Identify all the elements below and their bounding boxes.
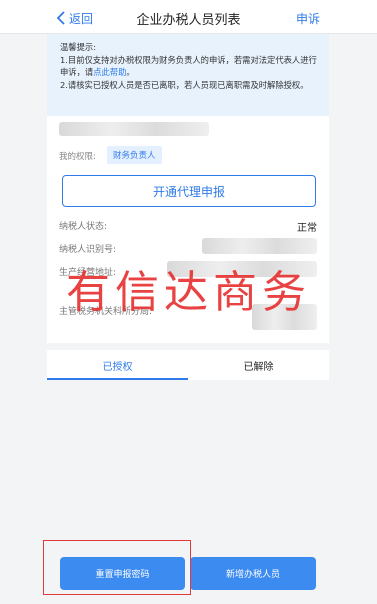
taxpayer-status-label: 纳税人状态: [59,222,108,232]
taxpayer-info-card: 我的权限: 财务负责人 开通代理申报 纳税人状态: 正常 纳税人识别号: 生产经… [47,116,329,343]
tab-authorized[interactable]: 已授权 [47,350,188,380]
blurred-taxpayer-id [202,238,317,254]
blurred-address [167,261,317,277]
page-title: 企业办税人员列表 [136,13,241,28]
blurred-company-name [59,122,209,136]
taxpayer-status-value: 正常 [297,223,317,234]
bottom-action-bar: 重置申报密码 新增办税人员 [47,545,329,595]
tips-line-1: 1.目前仅支持对办税权限为财务负责人的申诉，若需对法定代表人进行申诉，请点此帮助… [60,54,319,79]
help-link[interactable]: 点此帮助 [93,67,126,77]
active-tab-indicator [47,378,188,380]
tax-office-label: 主管税务机关科所分局: [59,307,153,317]
tab-revoked[interactable]: 已解除 [188,350,329,380]
taxpayer-id-label: 纳税人识别号: [59,245,117,255]
add-tax-staff-button[interactable]: 新增办税人员 [190,557,316,590]
authorization-tabs: 已授权 已解除 [47,350,329,380]
tips-panel: 温馨提示: 1.目前仅支持对办税权限为财务负责人的申诉，若需对法定代表人进行申诉… [47,34,329,116]
reset-filing-password-button[interactable]: 重置申报密码 [60,557,185,590]
navigation-bar: 返回 企业办税人员列表 申诉 [0,0,377,34]
open-proxy-filing-button[interactable]: 开通代理申报 [62,175,316,207]
blurred-tax-office [252,304,317,330]
tips-line-2: 2.请核实已授权人员是否已离职，若人员现已离职需及时解除授权。 [60,79,309,90]
address-label: 生产经营地址: [59,268,117,278]
tips-title: 温馨提示: [60,42,96,52]
appeal-link[interactable]: 申诉 [296,10,320,27]
permission-badge: 财务负责人 [107,146,162,164]
permission-label: 我的权限: [59,152,96,162]
tips-line-1-suffix: 。 [126,67,135,77]
